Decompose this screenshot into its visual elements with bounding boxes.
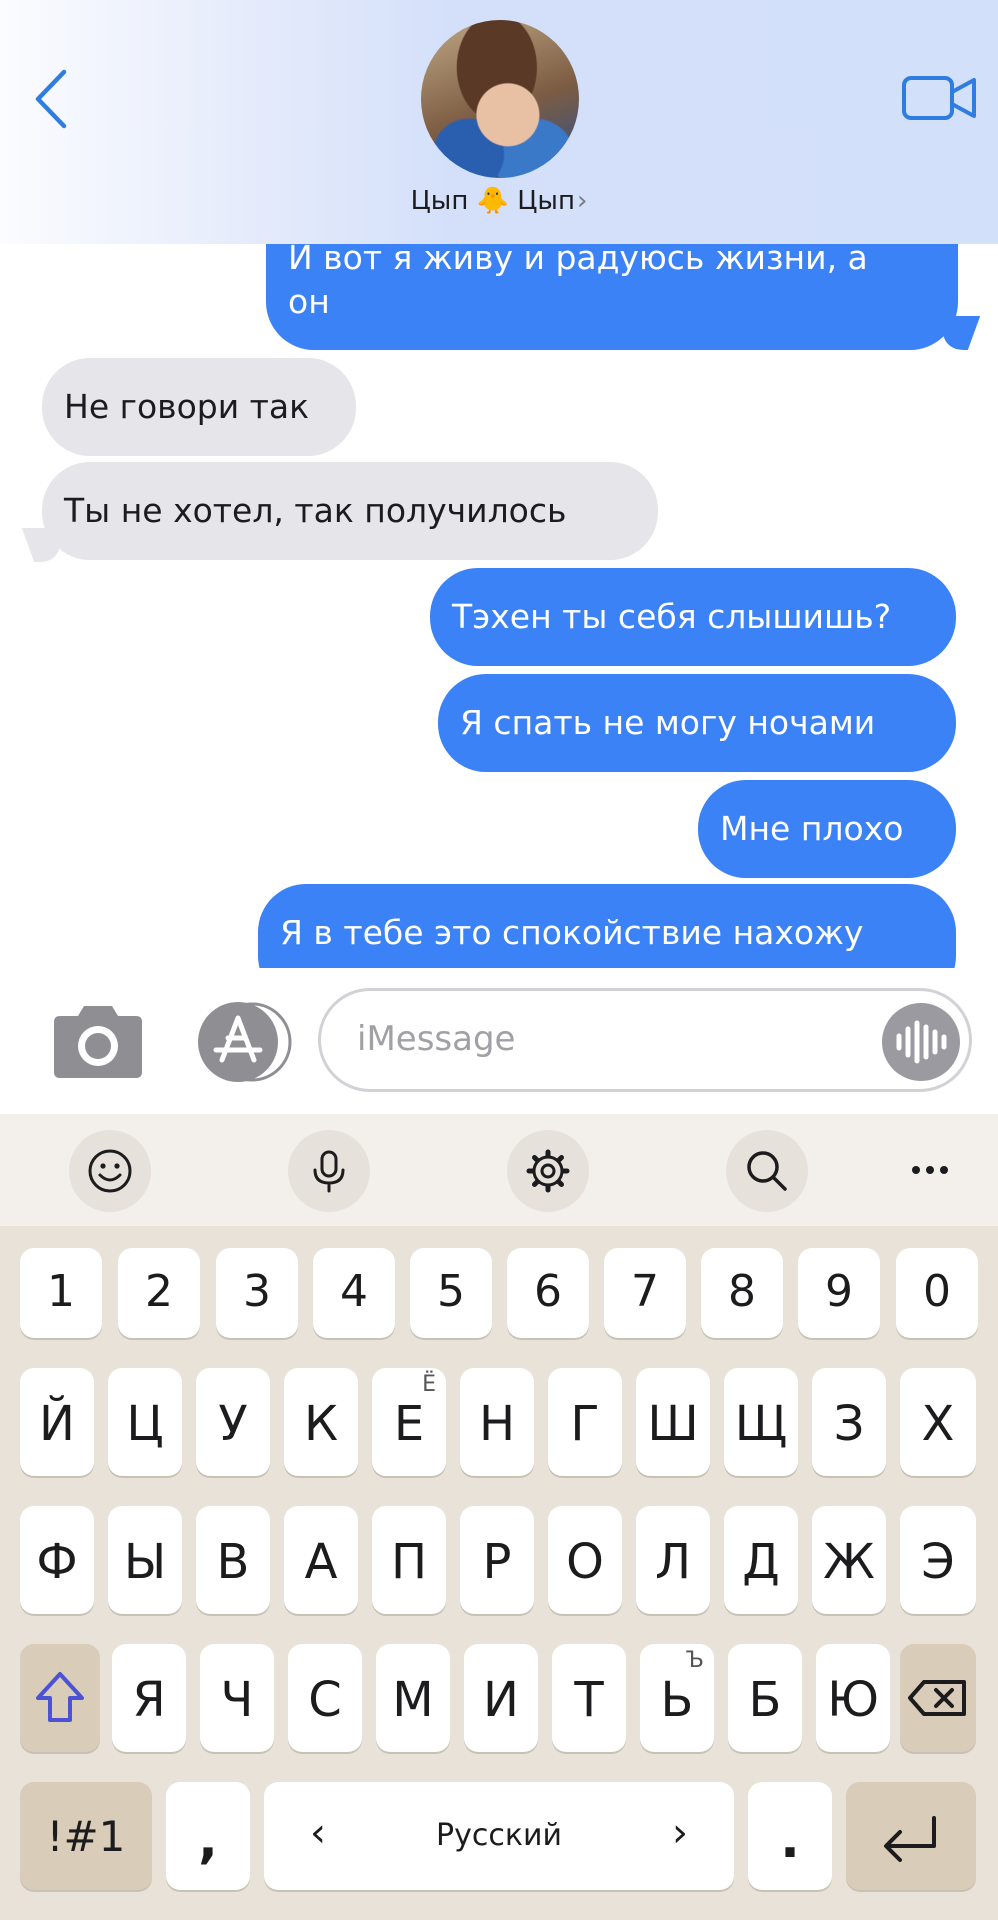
gear-icon <box>526 1149 570 1193</box>
message-text: Не говори так <box>64 387 310 426</box>
key-letter[interactable]: М <box>376 1644 450 1752</box>
key-letter[interactable]: З <box>812 1368 886 1476</box>
emoji-button[interactable] <box>69 1130 151 1212</box>
app-store-icon <box>198 1002 292 1082</box>
key-8[interactable]: 8 <box>701 1248 783 1338</box>
space-bar[interactable]: ‹ Русский › <box>264 1782 734 1890</box>
key-1[interactable]: 1 <box>20 1248 102 1338</box>
symbols-key[interactable]: !#1 <box>20 1782 152 1890</box>
more-icon <box>912 1166 948 1174</box>
key-letter[interactable]: А <box>284 1506 358 1614</box>
chevron-left-icon <box>35 69 67 129</box>
key-letter[interactable]: Э <box>900 1506 976 1614</box>
key-7[interactable]: 7 <box>604 1248 686 1338</box>
key-letter[interactable]: Ф <box>20 1506 94 1614</box>
backspace-icon <box>908 1680 966 1716</box>
settings-button[interactable] <box>507 1130 589 1212</box>
contact-name: Цып 🐥 Цып <box>410 186 575 216</box>
apps-button[interactable] <box>194 1002 298 1082</box>
key-letter[interactable]: О <box>548 1506 622 1614</box>
video-call-button[interactable] <box>900 70 978 126</box>
key-letter[interactable]: Я <box>112 1644 186 1752</box>
chevron-right-icon: › <box>576 186 588 216</box>
key-letter[interactable]: Ч <box>200 1644 274 1752</box>
key-letter[interactable]: Ы <box>108 1506 182 1614</box>
message-text: Я в тебе это спокойствие нахожу <box>280 913 864 952</box>
key-6[interactable]: 6 <box>507 1248 589 1338</box>
return-icon <box>884 1816 936 1862</box>
message-text: Я спать не могу ночами <box>460 703 876 742</box>
waveform-icon <box>896 1020 947 1064</box>
key-5[interactable]: 5 <box>410 1248 492 1338</box>
backspace-key[interactable] <box>900 1644 976 1752</box>
key-2[interactable]: 2 <box>118 1248 200 1338</box>
return-key[interactable] <box>846 1782 976 1890</box>
key-letter[interactable]: В <box>196 1506 270 1614</box>
video-camera-icon <box>902 76 976 120</box>
key-letter[interactable]: П <box>372 1506 446 1614</box>
key-letter[interactable]: Ш <box>636 1368 710 1476</box>
key-letter[interactable]: Б <box>728 1644 802 1752</box>
message-bubble-outgoing[interactable]: Я спать не могу ночами <box>438 674 956 772</box>
alt-character: Ё <box>422 1372 436 1397</box>
key-letter[interactable]: ЕЁ <box>372 1368 446 1476</box>
key-letter[interactable]: Т <box>552 1644 626 1752</box>
key-letter[interactable]: Н <box>460 1368 534 1476</box>
key-letter[interactable]: К <box>284 1368 358 1476</box>
message-text: Ты не хотел, так получилось <box>64 491 567 530</box>
key-letter[interactable]: ЬЪ <box>640 1644 714 1752</box>
message-bubble-incoming[interactable]: Не говори так <box>42 358 356 456</box>
shift-arrow-icon <box>36 1672 84 1722</box>
message-bubble-outgoing[interactable]: Мне плохо <box>698 780 956 878</box>
key-letter[interactable]: Д <box>724 1506 798 1614</box>
key-0[interactable]: 0 <box>896 1248 978 1338</box>
message-text: Мне плохо <box>720 809 904 848</box>
key-4[interactable]: 4 <box>313 1248 395 1338</box>
cursor-right-icon: › <box>672 1810 688 1856</box>
search-icon <box>747 1151 787 1191</box>
key-letter[interactable]: Ю <box>816 1644 890 1752</box>
message-text: он <box>288 282 330 321</box>
camera-button[interactable] <box>50 1004 146 1080</box>
contact-avatar[interactable] <box>421 20 579 178</box>
shift-key[interactable] <box>20 1644 100 1752</box>
key-9[interactable]: 9 <box>798 1248 880 1338</box>
alt-character: Ъ <box>685 1648 704 1673</box>
message-input[interactable]: iMessage <box>318 988 972 1092</box>
compose-bar: iMessage <box>0 968 998 1114</box>
message-input-placeholder: iMessage <box>357 1019 516 1059</box>
message-bubble-incoming[interactable]: Ты не хотел, так получилось <box>42 462 658 560</box>
key-letter[interactable]: Х <box>900 1368 976 1476</box>
message-bubble-outgoing[interactable]: Тэхен ты себя слышишь? <box>430 568 956 666</box>
keyboard-toolbar <box>0 1114 998 1226</box>
key-3[interactable]: 3 <box>216 1248 298 1338</box>
key-letter[interactable]: Ц <box>108 1368 182 1476</box>
microphone-icon <box>313 1150 345 1193</box>
voice-message-button[interactable] <box>882 1003 960 1081</box>
comma-key[interactable]: , <box>166 1782 250 1890</box>
message-bubble-outgoing[interactable]: И вот я живу и радуюсь жизни, а он <box>266 232 958 350</box>
message-text: Тэхен ты себя слышишь? <box>452 597 892 636</box>
contact-name-button[interactable]: Цып 🐥 Цып› <box>0 186 998 216</box>
keyboard: 1 2 3 4 5 6 7 8 9 0 Й Ц У К ЕЁ Н Г Ш Щ З… <box>0 1226 998 1920</box>
key-letter[interactable]: Р <box>460 1506 534 1614</box>
more-button[interactable] <box>900 1150 960 1190</box>
period-key[interactable]: . <box>748 1782 832 1890</box>
space-bar-label: Русский <box>436 1818 562 1853</box>
key-letter[interactable]: Й <box>20 1368 94 1476</box>
dictation-button[interactable] <box>288 1130 370 1212</box>
key-letter[interactable]: У <box>196 1368 270 1476</box>
back-button[interactable] <box>28 66 78 132</box>
message-bubble-outgoing[interactable]: Я в тебе это спокойствие нахожу <box>258 884 956 968</box>
key-letter[interactable]: И <box>464 1644 538 1752</box>
conversation-header: Цып 🐥 Цып› <box>0 0 998 244</box>
key-letter[interactable]: Г <box>548 1368 622 1476</box>
camera-icon <box>54 1006 142 1078</box>
search-button[interactable] <box>726 1130 808 1212</box>
key-letter[interactable]: С <box>288 1644 362 1752</box>
emoji-icon <box>88 1149 132 1193</box>
key-letter[interactable]: Щ <box>724 1368 798 1476</box>
key-letter[interactable]: Л <box>636 1506 710 1614</box>
key-letter[interactable]: Ж <box>812 1506 886 1614</box>
